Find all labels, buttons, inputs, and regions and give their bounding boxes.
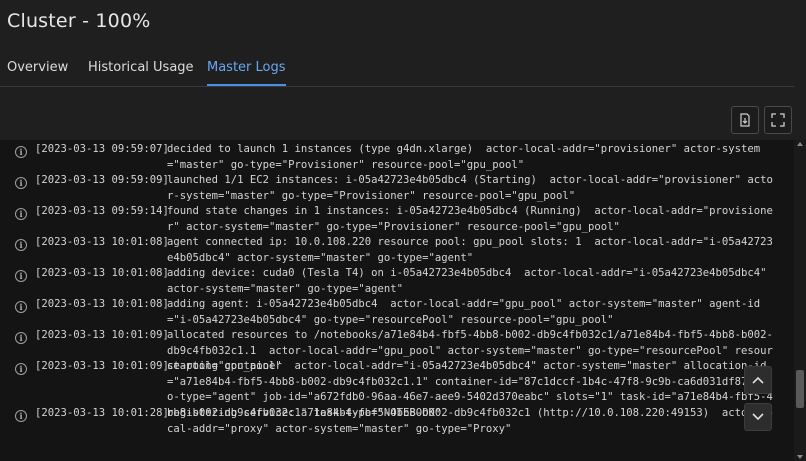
info-icon: i <box>15 146 27 158</box>
info-icon: i <box>15 177 27 189</box>
tab-master-logs[interactable]: Master Logs <box>207 60 286 86</box>
log-timestamp: [2023-03-13 10:01:08] <box>35 236 169 248</box>
log-message: registering service: a71e84b4-fbf5-4bb8-… <box>167 407 773 435</box>
log-timestamp: [2023-03-13 10:01:08] <box>35 267 169 279</box>
log-message: decided to launch 1 instances (type g4dn… <box>167 143 761 171</box>
scroll-thumb[interactable] <box>796 370 804 408</box>
log-timestamp: [2023-03-13 10:01:09] <box>35 360 169 372</box>
log-message: adding agent: i-05a42723e4b05dbc4 actor-… <box>167 298 761 326</box>
info-icon: i <box>15 208 27 220</box>
info-icon: i <box>15 270 27 282</box>
log-entry: i [2023-03-13 10:01:08] agent connected … <box>0 235 785 266</box>
log-list: i [2023-03-13 09:59:07] decided to launc… <box>0 142 785 437</box>
log-timestamp: [2023-03-13 09:59:09] <box>35 174 169 186</box>
log-entry: i [2023-03-13 10:01:08] adding device: c… <box>0 266 785 297</box>
log-message: found state changes in 1 instances: i-05… <box>167 205 773 233</box>
log-message: adding device: cuda0 (Tesla T4) on i-05a… <box>167 267 773 295</box>
log-entry: i [2023-03-13 09:59:07] decided to launc… <box>0 142 785 173</box>
log-timestamp: [2023-03-13 09:59:14] <box>35 205 169 217</box>
log-message: launched 1/1 EC2 instances: i-05a42723e4… <box>167 174 773 202</box>
tab-historical-usage[interactable]: Historical Usage <box>88 60 194 84</box>
fullscreen-button[interactable] <box>764 106 792 134</box>
scroll-up-arrow-icon[interactable] <box>797 142 803 146</box>
log-entry: i [2023-03-13 10:01:28] registering serv… <box>0 406 785 437</box>
log-timestamp: [2023-03-13 10:01:28] <box>35 407 169 419</box>
log-entry: i [2023-03-13 09:59:14] found state chan… <box>0 204 785 235</box>
scroll-to-top-button[interactable] <box>744 366 772 394</box>
chevron-down-icon <box>752 413 764 421</box>
info-icon: i <box>15 410 27 422</box>
info-icon: i <box>15 301 27 313</box>
log-panel[interactable]: i [2023-03-13 09:59:07] decided to launc… <box>0 140 806 461</box>
fullscreen-icon <box>771 113 785 127</box>
log-scrollbar[interactable] <box>794 140 806 461</box>
log-entry: i [2023-03-13 10:01:09] starting contain… <box>0 359 785 419</box>
tab-bar: Overview Historical Usage Master Logs <box>0 52 794 87</box>
chevron-up-icon <box>752 376 764 384</box>
log-timestamp: [2023-03-13 09:59:07] <box>35 143 169 155</box>
page-title: Cluster - 100% <box>7 10 151 32</box>
scroll-to-bottom-button[interactable] <box>744 403 772 431</box>
log-entry: i [2023-03-13 09:59:09] launched 1/1 EC2… <box>0 173 785 204</box>
scroll-down-arrow-icon[interactable] <box>797 455 803 459</box>
info-icon: i <box>15 239 27 251</box>
tab-overview[interactable]: Overview <box>7 60 68 84</box>
log-timestamp: [2023-03-13 10:01:08] <box>35 298 169 310</box>
download-file-icon <box>740 113 750 127</box>
info-icon: i <box>15 332 27 344</box>
info-icon: i <box>15 363 27 375</box>
log-timestamp: [2023-03-13 10:01:09] <box>35 329 169 341</box>
download-logs-button[interactable] <box>731 106 759 134</box>
log-entry: i [2023-03-13 10:01:09] allocated resour… <box>0 328 785 372</box>
log-message: agent connected ip: 10.0.108.220 resourc… <box>167 236 773 264</box>
log-entry: i [2023-03-13 10:01:08] adding agent: i-… <box>0 297 785 328</box>
